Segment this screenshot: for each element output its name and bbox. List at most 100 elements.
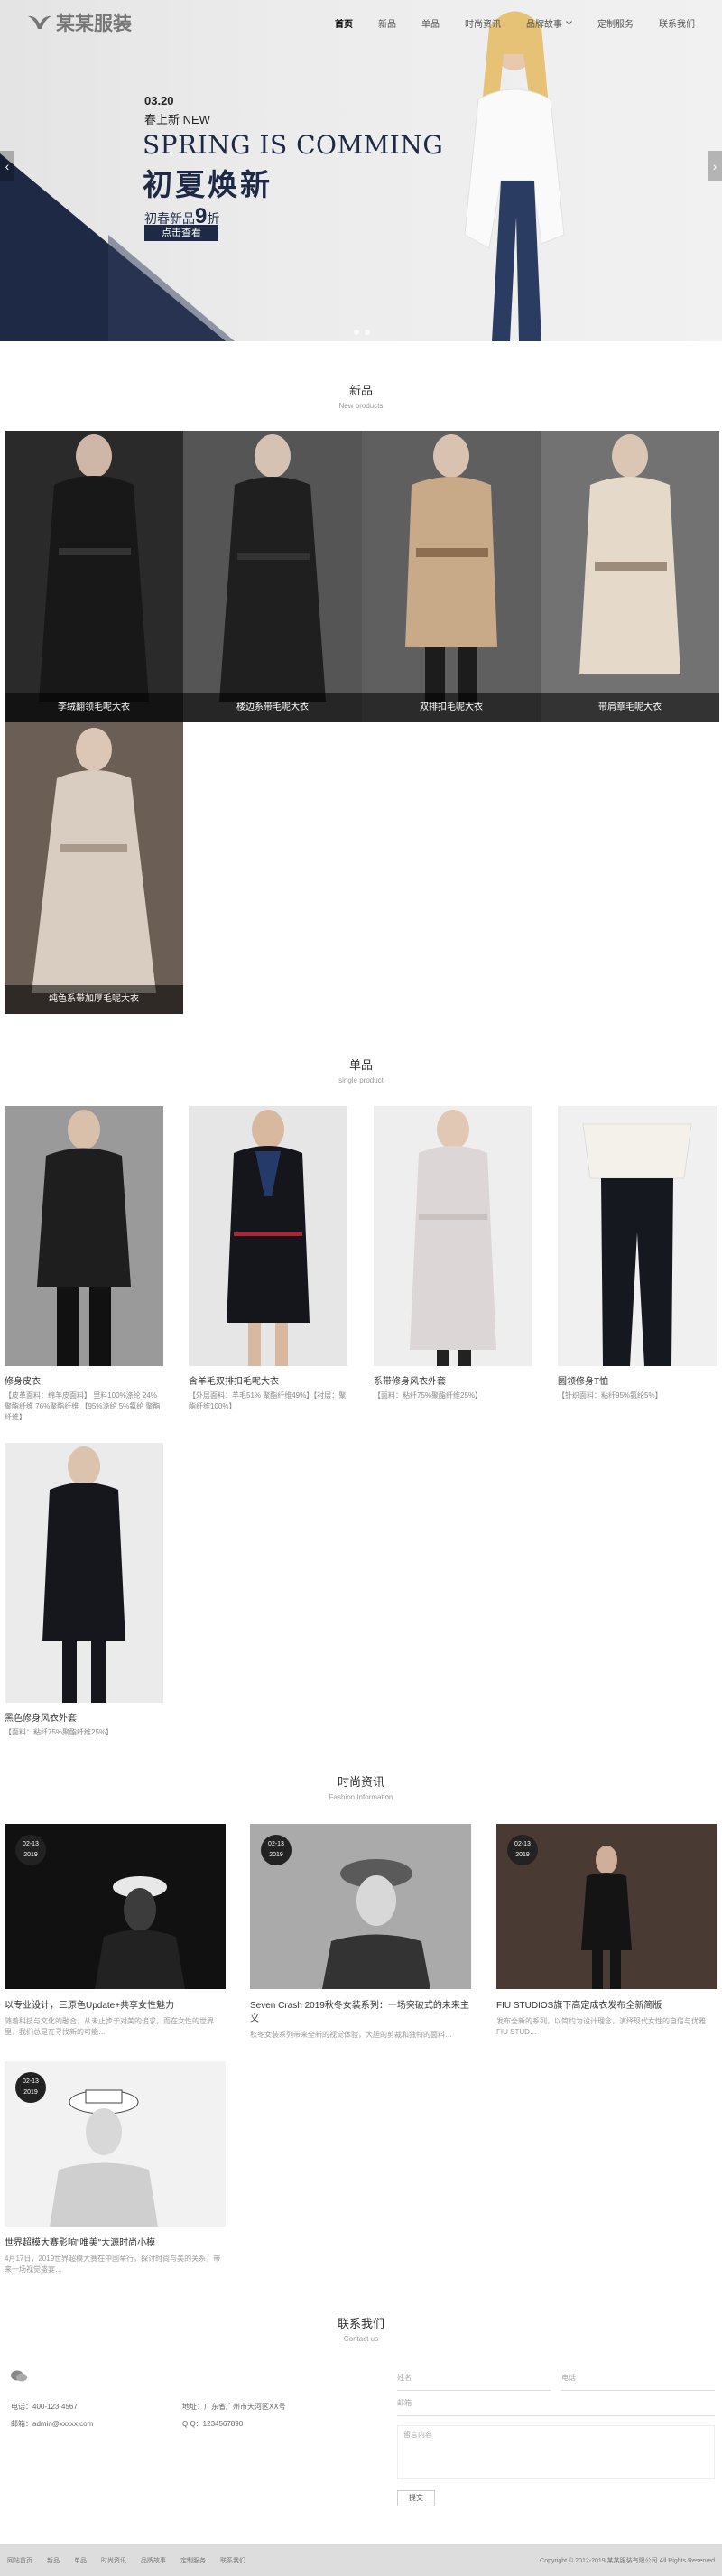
product-caption: 楼边系带毛呢大衣: [183, 693, 362, 722]
phone-field[interactable]: 电话: [561, 2366, 715, 2391]
single-product-card[interactable]: 含羊毛双排扣毛呢大衣 【外层面料：羊毛51% 聚酯纤维49%】【衬层：聚酯纤维1…: [189, 1106, 347, 1412]
product-image: [541, 431, 719, 722]
nav-item-brand-label: 品牌故事: [526, 19, 562, 30]
nav-item-contact[interactable]: 联系我们: [659, 16, 695, 30]
new-product-card[interactable]: 双排扣毛呢大衣: [362, 431, 541, 722]
news-card[interactable]: 02-13 2019 世界超模大赛影响"唯美"大源时尚小模 4月17日，2019…: [5, 2061, 226, 2275]
news-date-md: 02-13: [23, 2078, 39, 2085]
logo-text: 某某服装: [56, 12, 132, 34]
section-subtitle: Fashion Information: [329, 1793, 393, 1801]
form-row: 姓名 电话: [397, 2366, 715, 2391]
product-caption: 纯色系带加厚毛呢大衣: [5, 985, 183, 1014]
product-image: [5, 722, 183, 1014]
product-name: 圆领修身T恤: [558, 1377, 609, 1387]
logo-wing-icon: [28, 15, 51, 29]
product-desc: 【面料：粘纤75%聚酯纤维25%】: [374, 1391, 483, 1400]
news-desc: 4月17日，2019世界超模大赛在中国举行，探讨时尚与美的关系，带来一场视觉盛宴…: [5, 2255, 221, 2274]
news-title[interactable]: FIU STUDIOS旗下高定成衣发布全新简版: [496, 1997, 717, 2011]
nav-item-custom[interactable]: 定制服务: [597, 16, 634, 30]
news-date-y: 2019: [269, 1852, 283, 1858]
section-title: 单品: [348, 1058, 373, 1072]
single-product-card[interactable]: 黑色修身风衣外套 【面料：粘纤75%聚酯纤维25%】: [5, 1443, 163, 1738]
footer-link-brand[interactable]: 品牌故事: [141, 2556, 166, 2565]
logo[interactable]: 某某服装: [27, 9, 132, 36]
hero-prev-arrow[interactable]: ‹: [0, 151, 14, 181]
chevron-down-icon: [566, 20, 572, 25]
new-product-card[interactable]: 楼边系带毛呢大衣: [183, 431, 362, 722]
hero-next-arrow[interactable]: ›: [708, 151, 722, 181]
product-image: [5, 1106, 163, 1366]
new-product-card[interactable]: 带肩章毛呢大衣: [541, 431, 719, 722]
hero-view-button[interactable]: 点击查看: [144, 225, 218, 241]
news-title[interactable]: 世界超模大赛影响"唯美"大源时尚小模: [5, 2235, 226, 2248]
footer-link-single[interactable]: 单品: [74, 2556, 87, 2565]
news-card[interactable]: 02-13 2019 Seven Crash 2019秋冬女装系列：一场突破式的…: [250, 1824, 471, 2041]
footer-link-news[interactable]: 时尚资讯: [101, 2556, 126, 2565]
product-caption: 带肩章毛呢大衣: [541, 693, 719, 722]
news-date-badge: 02-13 2019: [15, 1835, 46, 1865]
nav-item-home[interactable]: 首页: [335, 16, 353, 30]
hero-model-image: [464, 11, 565, 341]
contact-heading: 联系我们 Contact us: [0, 2314, 722, 2343]
news-desc: 秋冬女装系列带来全新的视觉体验，大胆的剪裁和独特的面料…: [250, 2031, 452, 2039]
news-image: 02-13 2019: [250, 1824, 471, 1989]
footer-link-custom[interactable]: 定制服务: [180, 2556, 206, 2565]
nav-item-single[interactable]: 单品: [421, 16, 440, 30]
product-caption: 李绒翻领毛呢大衣: [5, 693, 183, 722]
section-subtitle: New products: [338, 402, 384, 410]
contact-qq: Q Q：1234567890: [182, 2420, 244, 2428]
product-name: 黑色修身风衣外套: [5, 1714, 77, 1724]
single-product-card[interactable]: 圆领修身T恤 【针织面料：粘纤95%氨纶5%】: [558, 1106, 717, 1401]
new-products-heading: 新品 New products: [0, 381, 722, 410]
product-image: [558, 1106, 717, 1366]
news-date-md: 02-13: [23, 1841, 39, 1847]
main-nav: 首页 新品 单品 时尚资讯 品牌故事 定制服务 联系我们: [335, 16, 695, 30]
product-image: [374, 1106, 532, 1366]
product-photo: [37, 1110, 131, 1366]
name-field[interactable]: 姓名: [397, 2366, 551, 2391]
single-product-card[interactable]: 系带修身风衣外套 【面料：粘纤75%聚酯纤维25%】: [374, 1106, 532, 1401]
news-desc: 随着科技与文化的融合，从未止步于对美的追求，而在女性的世界里，我们总是在寻找新的…: [5, 2017, 214, 2036]
hero-sale-prefix: 初春新品: [144, 211, 195, 226]
news-image: 02-13 2019: [5, 2061, 226, 2227]
slide-dot[interactable]: [365, 330, 370, 335]
footer-link-home[interactable]: 网站首页: [7, 2556, 32, 2565]
section-subtitle: Contact us: [343, 2335, 379, 2343]
product-photo: [227, 1110, 310, 1366]
site-header: 某某服装 首页 新品 单品 时尚资讯 品牌故事 定制服务 联系我们: [0, 0, 722, 45]
product-name: 系带修身风衣外套: [374, 1377, 446, 1387]
slide-dot[interactable]: [354, 330, 359, 335]
product-image: [5, 1443, 163, 1703]
submit-button[interactable]: 提交: [397, 2490, 435, 2506]
news-card[interactable]: 02-13 2019 FIU STUDIOS旗下高定成衣发布全新简版 发布全新的…: [496, 1824, 717, 2038]
news-image: 02-13 2019: [5, 1824, 226, 1989]
footer-link-new[interactable]: 新品: [47, 2556, 60, 2565]
single-products-heading: 单品 single product: [0, 1056, 722, 1084]
single-product-card[interactable]: 修身皮衣 【皮革面料：绵羊皮面料】 里料100%涤纶 24%聚酯纤维 76%聚酯…: [5, 1106, 163, 1423]
nav-item-new[interactable]: 新品: [378, 16, 396, 30]
news-title[interactable]: Seven Crash 2019秋冬女装系列：一场突破式的未来主义: [250, 1997, 471, 2024]
nav-item-news[interactable]: 时尚资讯: [465, 16, 501, 30]
product-name: 修身皮衣: [5, 1377, 41, 1387]
news-date-y: 2019: [23, 2089, 38, 2096]
hero-title-cn: 初夏焕新: [143, 167, 273, 202]
email-field[interactable]: 邮箱: [397, 2391, 715, 2416]
new-product-card[interactable]: 李绒翻领毛呢大衣: [5, 431, 183, 722]
hero-title: SPRING IS COMMING: [143, 130, 444, 160]
hero-slide-dots: [354, 330, 370, 335]
contact-row: 邮箱：admin@xxxxx.com Q Q：1234567890: [11, 2419, 354, 2429]
product-desc: 【针织面料：粘纤95%氨纶5%】: [558, 1391, 662, 1400]
nav-item-brand[interactable]: 品牌故事: [526, 16, 572, 30]
news-image: 02-13 2019: [496, 1824, 717, 1989]
news-card[interactable]: 02-13 2019 以专业设计，三原色Update+共享女性魅力 随着科技与文…: [5, 1824, 226, 2038]
product-photo: [42, 1446, 125, 1703]
message-field[interactable]: 留言内容: [397, 2425, 715, 2479]
news-title[interactable]: 以专业设计，三原色Update+共享女性魅力: [5, 1997, 226, 2011]
hero-banner: 03.20 春上新 NEW SPRING IS COMMING 初夏焕新 初春新…: [0, 0, 722, 341]
footer-link-contact[interactable]: 联系我们: [220, 2556, 245, 2565]
copyright: Copyright © 2012-2019 某某服装有限公司 All Right…: [540, 2557, 715, 2564]
section-title: 时尚资讯: [337, 1775, 384, 1789]
new-product-card[interactable]: 纯色系带加厚毛呢大衣: [5, 722, 183, 1014]
product-image: [183, 431, 362, 722]
product-image: [5, 431, 183, 722]
